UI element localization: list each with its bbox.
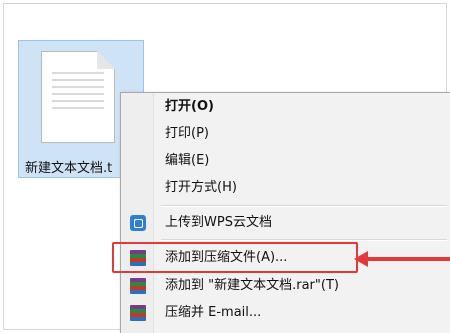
highlight-box xyxy=(112,242,358,273)
menu-item-edit[interactable]: 编辑(E) xyxy=(153,149,449,173)
winrar-icon xyxy=(130,278,146,294)
wps-cloud-icon xyxy=(130,215,146,231)
menu-item-compress-email[interactable]: 压缩并 E-mail... xyxy=(153,301,449,325)
text-document-icon xyxy=(41,51,115,143)
menu-separator xyxy=(161,239,447,241)
menu-item-open[interactable]: 打开(O) xyxy=(153,95,449,119)
menu-icon-column xyxy=(121,93,154,333)
menu-item-print[interactable]: 打印(P) xyxy=(153,122,449,146)
menu-separator xyxy=(161,205,447,207)
context-menu: 打开(O) 打印(P) 编辑(E) 打开方式(H) 上传到WPS云文档 添加到压… xyxy=(120,92,450,333)
arrow-line xyxy=(366,257,450,261)
menu-item-open-with[interactable]: 打开方式(H) xyxy=(153,176,449,200)
winrar-icon xyxy=(130,305,146,321)
menu-item-upload-wps[interactable]: 上传到WPS云文档 xyxy=(153,211,449,235)
menu-item-add-to-rar[interactable]: 添加到 "新建文本文档.rar"(T) xyxy=(153,274,449,298)
